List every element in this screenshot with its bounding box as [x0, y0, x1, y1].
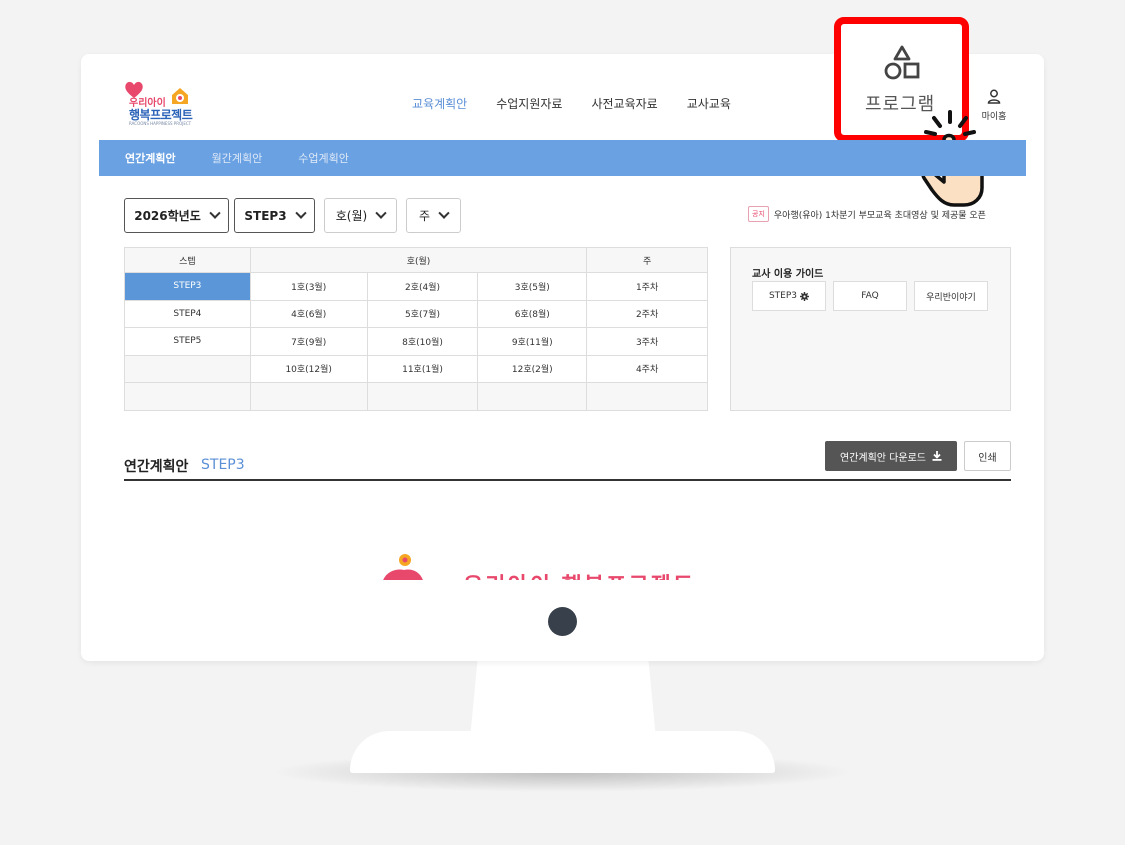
sub-nav: 연간계획안 월간계획안 수업계획안	[99, 140, 1026, 176]
monitor-base	[350, 731, 775, 773]
notice-text: 우아행(유아) 1차분기 부모교육 초대영상 및 제공물 오픈	[773, 210, 986, 221]
guide-class-story-label: 우리반이야기	[926, 292, 976, 303]
chevron-down-icon	[209, 207, 221, 219]
guide-class-story-button[interactable]: 우리반이야기	[914, 281, 988, 311]
table-cell[interactable]: 1호(3월)	[249, 272, 368, 301]
subnav-item-monthly[interactable]: 월간계획안	[212, 150, 263, 166]
monitor-camera-dot	[548, 607, 577, 636]
nav-item-teacher-education[interactable]: 교사교육	[687, 95, 731, 112]
site-logo[interactable]: 우리아이 행복프로젝트 RACOONS HAPPINESS PROJECT	[124, 78, 194, 128]
table-cell[interactable]: 2주차	[586, 299, 708, 328]
gear-icon	[800, 291, 810, 301]
logo-line3: RACOONS HAPPINESS PROJECT	[129, 121, 192, 126]
chevron-down-icon	[294, 207, 307, 219]
guide-title: 교사 이용 가이드	[752, 269, 824, 280]
table-header-row: 스텝 호(월) 주	[124, 247, 708, 273]
document-preview: 우리아이 행복프로젝트	[378, 548, 698, 580]
header-step: 스텝	[124, 247, 251, 273]
teacher-guide-panel: 교사 이용 가이드 STEP3 FAQ 우리반이야기	[730, 247, 1011, 411]
header-issue: 호(월)	[249, 247, 588, 273]
guide-faq-label: FAQ	[861, 291, 879, 301]
subnav-item-annual[interactable]: 연간계획안	[125, 150, 176, 166]
print-button[interactable]: 인쇄	[964, 441, 1011, 471]
print-label: 인쇄	[978, 452, 997, 464]
week-select[interactable]: 주	[406, 198, 461, 233]
table-cell	[249, 382, 368, 411]
step-select-value: STEP3	[244, 208, 287, 223]
table-cell[interactable]: 2호(4월)	[366, 272, 479, 301]
header-week: 주	[586, 247, 708, 273]
section-divider	[124, 479, 1011, 481]
table-cell[interactable]: 8호(10월)	[366, 327, 479, 356]
logo-preview-icon	[383, 554, 423, 580]
subnav-item-lesson[interactable]: 수업계획안	[298, 150, 349, 166]
table-cell[interactable]: STEP5	[124, 327, 251, 356]
section-title: 연간계획안	[124, 459, 189, 475]
notice-banner[interactable]: 공지 우아행(유아) 1차분기 부모교육 초대영상 및 제공물 오픈	[748, 206, 986, 222]
table-row: STEP5 7호(9월) 8호(10월) 9호(11월) 3주차	[124, 327, 708, 356]
monitor-neck	[470, 661, 656, 739]
plan-selector-table: 스텝 호(월) 주 STEP3 1호(3월) 2호(4월) 3호(5월) 1주차…	[124, 247, 708, 411]
chevron-down-icon	[438, 207, 450, 219]
nav-item-class-support[interactable]: 수업지원자료	[496, 95, 562, 112]
table-cell	[477, 382, 588, 411]
year-select[interactable]: 2026학년도	[124, 198, 229, 233]
table-cell[interactable]: 4호(6월)	[249, 299, 368, 328]
table-cell[interactable]: STEP3	[124, 272, 251, 301]
user-icon	[987, 89, 1001, 104]
chevron-down-icon	[375, 207, 387, 219]
section-step: STEP3	[201, 457, 245, 473]
table-cell[interactable]: 3호(5월)	[477, 272, 588, 301]
table-cell[interactable]: 7호(9월)	[249, 327, 368, 356]
guide-step3-button[interactable]: STEP3	[752, 281, 826, 311]
table-cell[interactable]: 12호(2월)	[477, 354, 588, 383]
table-cell[interactable]: 10호(12월)	[249, 354, 368, 383]
table-cell[interactable]: 3주차	[586, 327, 708, 356]
table-row	[124, 382, 708, 411]
nav-item-education-plan[interactable]: 교육계획안	[412, 95, 467, 112]
guide-step3-label: STEP3	[768, 291, 798, 301]
nav-item-pre-education[interactable]: 사전교육자료	[591, 95, 657, 112]
table-cell[interactable]: 11호(1월)	[366, 354, 479, 383]
table-cell[interactable]: 6호(8월)	[477, 299, 588, 328]
year-select-value: 2026학년도	[134, 209, 201, 223]
preview-title: 우리아이 행복프로젝트	[463, 568, 695, 580]
guide-faq-button[interactable]: FAQ	[833, 281, 907, 311]
table-cell[interactable]: STEP4	[124, 299, 251, 328]
download-icon	[932, 451, 942, 461]
download-annual-plan-button[interactable]: 연간계획안 다운로드	[825, 441, 957, 471]
table-cell[interactable]: 5호(7월)	[366, 299, 479, 328]
issue-select[interactable]: 호(월)	[324, 198, 397, 233]
table-cell[interactable]: 9호(11월)	[477, 327, 588, 356]
house-logo-icon	[172, 88, 188, 104]
table-row: STEP3 1호(3월) 2호(4월) 3호(5월) 1주차	[124, 272, 708, 301]
issue-select-value: 호(월)	[335, 209, 368, 223]
main-nav: 교육계획안 수업지원자료 사전교육자료 교사교육	[412, 95, 731, 112]
download-label: 연간계획안 다운로드	[840, 452, 926, 464]
table-cell	[366, 382, 479, 411]
shapes-icon	[884, 45, 920, 80]
step-select[interactable]: STEP3	[234, 198, 315, 233]
table-cell	[124, 382, 251, 411]
table-cell	[586, 382, 708, 411]
notice-tag: 공지	[748, 206, 769, 222]
table-cell[interactable]: 4주차	[586, 354, 708, 383]
week-select-value: 주	[418, 209, 431, 223]
table-cell[interactable]: 1주차	[586, 272, 708, 301]
table-row: STEP4 4호(6월) 5호(7월) 6호(8월) 2주차	[124, 299, 708, 328]
table-row: 10호(12월) 11호(1월) 12호(2월) 4주차	[124, 354, 708, 383]
table-cell	[124, 354, 251, 383]
